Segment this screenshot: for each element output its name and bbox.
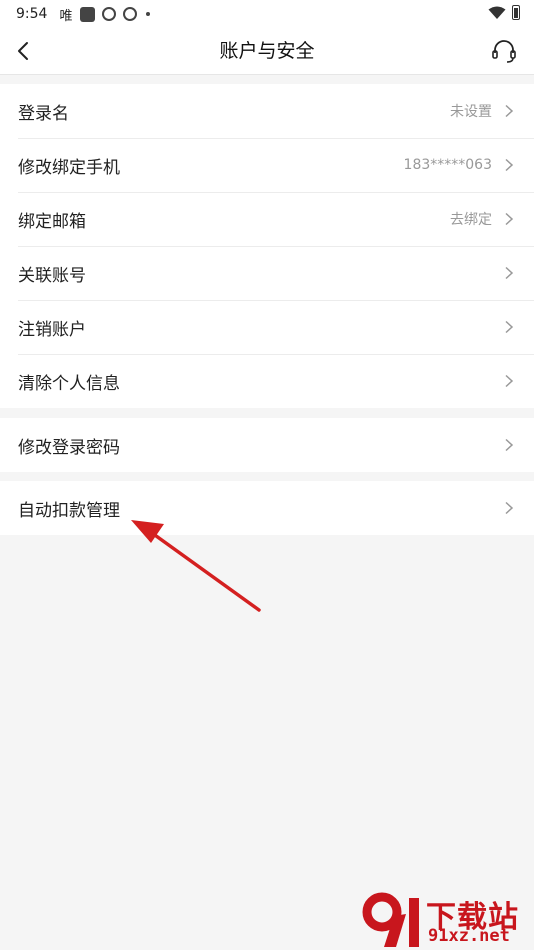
chevron-right-icon — [505, 266, 514, 280]
chevron-right-icon — [505, 158, 514, 172]
chevron-right-icon — [505, 438, 514, 452]
more-notifications-dot-icon — [146, 12, 151, 16]
nav-bar: 账户与安全 — [0, 28, 534, 75]
auto-deduction-group: 自动扣款管理 — [0, 481, 534, 535]
row-value: 183*****063 — [403, 157, 492, 173]
status-carrier: 唯 — [59, 8, 73, 24]
battery-icon — [512, 5, 520, 20]
row-label: 自动扣款管理 — [18, 500, 120, 521]
sync-notification-icon-2 — [123, 7, 138, 21]
row-label: 修改绑定手机 — [18, 157, 120, 178]
sync-notification-icon — [102, 7, 117, 21]
row-value: 未设置 — [450, 104, 492, 120]
chevron-right-icon — [505, 374, 514, 388]
watermark-url: 91xz.net — [428, 926, 510, 946]
row-value: 去绑定 — [450, 212, 492, 228]
row-label: 绑定邮箱 — [18, 211, 86, 232]
login-name-row[interactable]: 登录名 未设置 — [0, 84, 534, 138]
row-label: 登录名 — [18, 103, 69, 124]
app-notification-icon — [80, 6, 96, 22]
chevron-right-icon — [505, 320, 514, 334]
change-password-row[interactable]: 修改登录密码 — [0, 418, 534, 472]
wifi-icon — [488, 6, 506, 19]
headset-support-icon[interactable] — [490, 37, 518, 65]
chevron-right-icon — [505, 104, 514, 118]
watermark: 下载站 91xz.net — [362, 892, 532, 948]
password-group: 修改登录密码 — [0, 418, 534, 472]
status-bar: 9:54 唯 — [0, 0, 534, 28]
chevron-right-icon — [505, 212, 514, 226]
auto-deduction-management-row[interactable]: 自动扣款管理 — [0, 481, 534, 535]
watermark-logo — [362, 892, 419, 947]
row-label: 清除个人信息 — [18, 373, 120, 394]
linked-accounts-row[interactable]: 关联账号 — [0, 246, 534, 300]
bind-phone-row[interactable]: 修改绑定手机 183*****063 — [0, 138, 534, 192]
row-label: 修改登录密码 — [18, 437, 120, 458]
bind-email-row[interactable]: 绑定邮箱 去绑定 — [0, 192, 534, 246]
chevron-right-icon — [505, 501, 514, 515]
status-time: 9:54 — [16, 6, 48, 22]
row-label: 注销账户 — [18, 319, 86, 340]
cancel-account-row[interactable]: 注销账户 — [0, 300, 534, 354]
page-title: 账户与安全 — [219, 40, 315, 62]
clear-personal-info-row[interactable]: 清除个人信息 — [0, 354, 534, 408]
row-label: 关联账号 — [18, 265, 86, 286]
account-settings-group: 登录名 未设置 修改绑定手机 183*****063 绑定邮箱 去绑定 关联账号… — [0, 84, 534, 408]
